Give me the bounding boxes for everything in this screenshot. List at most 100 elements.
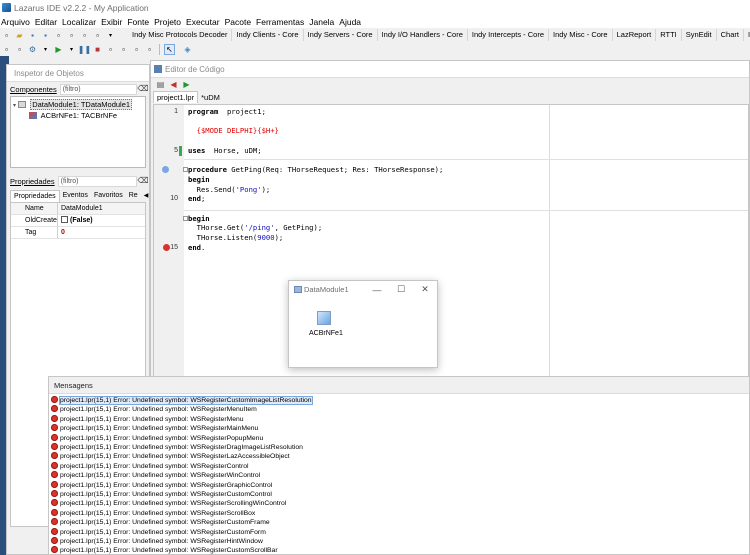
selection-pointer-icon[interactable]: ↖ bbox=[164, 44, 175, 55]
save-all-icon[interactable]: ▪ bbox=[40, 30, 51, 41]
menu-item-ajuda[interactable]: Ajuda bbox=[338, 17, 365, 27]
menu-item-exibir[interactable]: Exibir bbox=[100, 17, 126, 27]
jump-back-icon[interactable]: ◀ bbox=[168, 79, 179, 90]
stop-icon[interactable]: ■ bbox=[92, 44, 103, 55]
editor-tab[interactable]: *uDM bbox=[198, 92, 223, 103]
palette-tab[interactable]: Chart bbox=[717, 29, 744, 41]
fold-toggle-icon[interactable] bbox=[183, 167, 188, 173]
palette-tab[interactable]: RTTI bbox=[656, 29, 682, 41]
property-value-cell[interactable]: 0 bbox=[58, 227, 145, 238]
minimize-button[interactable]: — bbox=[365, 285, 389, 295]
menu-item-arquivo[interactable]: Arquivo bbox=[0, 17, 34, 27]
menu-item-executar[interactable]: Executar bbox=[185, 17, 224, 27]
clear-filter-icon[interactable]: ⌫ bbox=[137, 84, 149, 95]
menu-item-localizar[interactable]: Localizar bbox=[61, 17, 100, 27]
code-line[interactable]: THorse.Listen(9000); bbox=[154, 233, 748, 243]
new-unit-icon[interactable]: ▫ bbox=[1, 30, 12, 41]
message-item[interactable]: project1.lpr(15,1) Error: Undefined symb… bbox=[51, 433, 263, 443]
run-to-cursor-icon[interactable]: ▫ bbox=[144, 44, 155, 55]
code-line[interactable]: procedure GetPing(Req: THorseRequest; Re… bbox=[154, 165, 748, 175]
options-icon[interactable]: ⚙ bbox=[27, 44, 38, 55]
datamodule-title-bar[interactable]: DataModule1 — ☐ ✕ bbox=[289, 281, 437, 298]
message-item[interactable]: project1.lpr(15,1) Error: Undefined symb… bbox=[51, 414, 244, 424]
menu-item-fonte[interactable]: Fonte bbox=[126, 17, 153, 27]
code-line[interactable]: 15 end. bbox=[154, 243, 748, 253]
message-item[interactable]: project1.lpr(15,1) Error: Undefined symb… bbox=[51, 443, 303, 452]
property-name-cell[interactable]: Name bbox=[11, 203, 58, 214]
menu-item-projeto[interactable]: Projeto bbox=[153, 17, 185, 27]
message-item[interactable]: project1.lpr(15,1) Error: Undefined symb… bbox=[51, 546, 278, 555]
message-item[interactable]: project1.lpr(15,1) Error: Undefined symb… bbox=[51, 508, 255, 518]
components-filter-input[interactable]: (filtro) bbox=[59, 83, 137, 95]
properties-filter-input[interactable]: (filtro) bbox=[57, 175, 137, 187]
view-forms-icon[interactable]: ▫ bbox=[92, 30, 103, 41]
inspector-tab[interactable]: Favoritos bbox=[91, 190, 126, 202]
acbrnfe-component-icon[interactable] bbox=[317, 311, 331, 325]
palette-tab[interactable]: IPro bbox=[744, 29, 750, 41]
property-row-tag[interactable]: Tag 0 bbox=[11, 227, 145, 239]
code-line[interactable]: begin bbox=[154, 214, 748, 224]
expand-chevron-icon[interactable]: ▾ bbox=[13, 103, 16, 109]
property-row-oldcreateorder[interactable]: OldCreateOrder (False) bbox=[11, 215, 145, 227]
palette-tab[interactable]: LazReport bbox=[613, 29, 657, 41]
clear-filter-icon[interactable]: ⌫ bbox=[137, 176, 149, 187]
palette-tab[interactable]: Indy Misc - Core bbox=[549, 29, 613, 41]
save-icon[interactable]: ▪ bbox=[27, 30, 38, 41]
new-form-icon[interactable]: ▫ bbox=[53, 30, 64, 41]
step-out-icon[interactable]: ▫ bbox=[131, 44, 142, 55]
code-line[interactable]: begin bbox=[154, 175, 748, 185]
component-tree[interactable]: ▾ DataModule1: TDataModule1 ACBrNFe1: TA… bbox=[10, 96, 146, 168]
step-over-icon[interactable]: ▫ bbox=[118, 44, 129, 55]
tree-node-acbrnfe[interactable]: ACBrNFe1: TACBrNFe bbox=[29, 111, 117, 120]
component-tacbrnfe-icon[interactable]: ◈ bbox=[182, 44, 193, 55]
error-line-icon[interactable] bbox=[163, 243, 170, 251]
message-item[interactable]: project1.lpr(15,1) Error: Undefined symb… bbox=[51, 396, 313, 405]
pause-icon[interactable]: ❚❚ bbox=[78, 44, 91, 55]
message-item[interactable]: project1.lpr(15,1) Error: Undefined symb… bbox=[51, 499, 286, 508]
message-item[interactable]: project1.lpr(15,1) Error: Undefined symb… bbox=[51, 452, 290, 461]
datamodule-window[interactable]: DataModule1 — ☐ ✕ ACBrNFe1 bbox=[288, 280, 438, 368]
palette-tab[interactable]: Indy Servers - Core bbox=[304, 29, 378, 41]
message-item[interactable]: project1.lpr(15,1) Error: Undefined symb… bbox=[51, 537, 263, 546]
jump-forward-icon[interactable]: ▶ bbox=[181, 79, 192, 90]
code-line[interactable] bbox=[154, 136, 748, 146]
editor-tab[interactable]: project1.lpr bbox=[153, 91, 199, 103]
code-line[interactable]: 10 end; bbox=[154, 194, 748, 204]
inspector-tab[interactable]: Eventos bbox=[60, 190, 91, 202]
palette-tab[interactable]: SynEdit bbox=[682, 29, 717, 41]
code-line[interactable]: 1 program project1; bbox=[154, 107, 748, 117]
menu-item-editar[interactable]: Editar bbox=[34, 17, 61, 27]
palette-tab[interactable]: Indy Clients - Core bbox=[232, 29, 304, 41]
dropdown-arrow-icon[interactable]: ▾ bbox=[105, 30, 116, 41]
fold-toggle-icon[interactable] bbox=[183, 215, 188, 221]
message-item[interactable]: project1.lpr(15,1) Error: Undefined symb… bbox=[51, 461, 249, 471]
tree-node-datamodule[interactable]: ▾ DataModule1: TDataModule1 bbox=[13, 99, 133, 110]
message-item[interactable]: project1.lpr(15,1) Error: Undefined symb… bbox=[51, 480, 272, 490]
editor-menu-icon[interactable]: ▤ bbox=[155, 79, 166, 90]
checkbox[interactable] bbox=[61, 216, 68, 223]
code-line[interactable]: 5 uses Horse, uDM; bbox=[154, 146, 748, 156]
dropdown-arrow-icon[interactable]: ▾ bbox=[40, 44, 51, 55]
code-line[interactable]: THorse.Get('/ping', GetPing); bbox=[154, 223, 748, 233]
message-item[interactable]: project1.lpr(15,1) Error: Undefined symb… bbox=[51, 518, 270, 527]
property-value-cell[interactable]: DataModule1 bbox=[58, 203, 145, 214]
view-units-icon[interactable]: ▫ bbox=[79, 30, 90, 41]
palette-tab[interactable]: Indy Misc Protocols Decoder bbox=[128, 29, 233, 41]
message-item[interactable]: project1.lpr(15,1) Error: Undefined symb… bbox=[51, 490, 272, 499]
code-line[interactable]: {$MODE DELPHI}{$H+} bbox=[154, 126, 748, 136]
palette-tab[interactable]: Indy Intercepts - Core bbox=[468, 29, 549, 41]
menu-item-pacote[interactable]: Pacote bbox=[224, 17, 255, 27]
open-project-icon[interactable]: ▫ bbox=[14, 44, 25, 55]
menu-item-janela[interactable]: Janela bbox=[308, 17, 338, 27]
step-into-icon[interactable]: ▫ bbox=[105, 44, 116, 55]
toggle-form-icon[interactable]: ▫ bbox=[66, 30, 77, 41]
run-dropdown-icon[interactable]: ▾ bbox=[66, 44, 77, 55]
code-line[interactable]: Res.Send('Pong'); bbox=[154, 185, 748, 195]
open-icon[interactable]: ▰ bbox=[14, 30, 25, 41]
message-item[interactable]: project1.lpr(15,1) Error: Undefined symb… bbox=[51, 424, 258, 433]
maximize-button[interactable]: ☐ bbox=[389, 284, 413, 295]
inspector-tab[interactable]: Re bbox=[126, 190, 141, 202]
message-item[interactable]: project1.lpr(15,1) Error: Undefined symb… bbox=[51, 527, 266, 537]
message-item[interactable]: project1.lpr(15,1) Error: Undefined symb… bbox=[51, 471, 260, 480]
menu-item-ferramentas[interactable]: Ferramentas bbox=[255, 17, 308, 27]
